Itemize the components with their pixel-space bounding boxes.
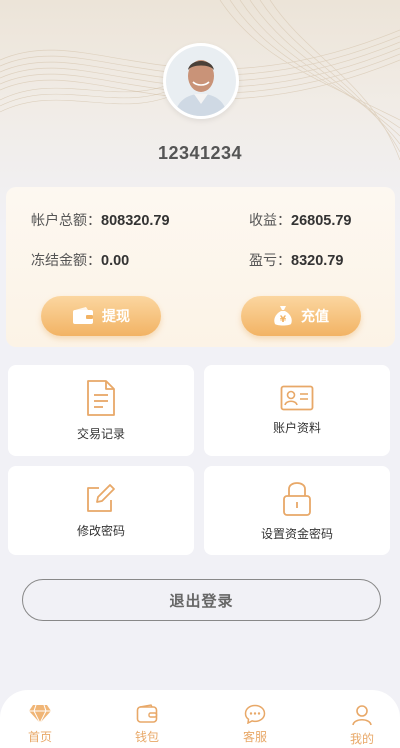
total-balance: 帐户总额：808320.79 [31, 210, 170, 230]
username: 12341234 [157, 143, 243, 163]
id-card-icon [280, 385, 314, 411]
tab-wallet-label: 钱包 [134, 730, 159, 744]
account-info-label: 账户资料 [272, 421, 321, 435]
profit-loss: 盈亏：8320.79 [249, 250, 343, 270]
recharge-button[interactable]: ¥ 充值 [241, 296, 361, 336]
tab-home[interactable]: 首页 [10, 704, 70, 745]
frozen-amount-label: 冻结金额： [31, 252, 101, 268]
profit-loss-label: 盈亏： [249, 252, 291, 268]
frozen-amount: 冻结金额：0.00 [31, 250, 129, 270]
avatar[interactable] [163, 43, 239, 119]
trade-records-tile[interactable]: 交易记录 [8, 365, 194, 456]
tab-service-label: 客服 [242, 730, 267, 744]
profit-loss-value: 8320.79 [291, 253, 344, 269]
chat-icon [244, 704, 266, 724]
income-label: 收益： [249, 212, 291, 228]
total-balance-label: 帐户总额： [31, 212, 101, 228]
account-info-tile[interactable]: 账户资料 [204, 365, 390, 456]
svg-text:¥: ¥ [280, 315, 287, 325]
lock-icon [283, 482, 311, 516]
withdraw-label: 提现 [102, 308, 130, 324]
income: 收益：26805.79 [249, 210, 351, 230]
diamond-icon [29, 704, 51, 724]
tab-wallet[interactable]: 钱包 [117, 704, 177, 745]
withdraw-button[interactable]: 提现 [41, 296, 161, 336]
edit-icon [87, 484, 115, 512]
change-password-label: 修改密码 [76, 524, 125, 538]
tab-mine-label: 我的 [349, 732, 374, 746]
change-password-tile[interactable]: 修改密码 [8, 466, 194, 555]
document-icon [87, 380, 115, 416]
recharge-label: 充值 [301, 308, 329, 324]
tab-home-label: 首页 [27, 730, 52, 744]
total-balance-value: 808320.79 [101, 213, 170, 229]
frozen-amount-value: 0.00 [101, 253, 130, 269]
wallet-card-icon [73, 307, 93, 324]
user-icon [352, 705, 372, 726]
trade-records-label: 交易记录 [76, 427, 125, 441]
tab-mine[interactable]: 我的 [332, 704, 392, 747]
fund-password-tile[interactable]: 设置资金密码 [204, 466, 390, 555]
tab-service[interactable]: 客服 [225, 704, 285, 745]
income-value: 26805.79 [291, 213, 352, 229]
logout-button[interactable]: 退出登录 [22, 579, 381, 621]
bottom-tab-bar: 首页 钱包 客服 我的 [0, 690, 400, 748]
money-bag-icon: ¥ [274, 306, 292, 326]
wallet-icon [136, 704, 158, 723]
fund-password-label: 设置资金密码 [260, 527, 333, 541]
